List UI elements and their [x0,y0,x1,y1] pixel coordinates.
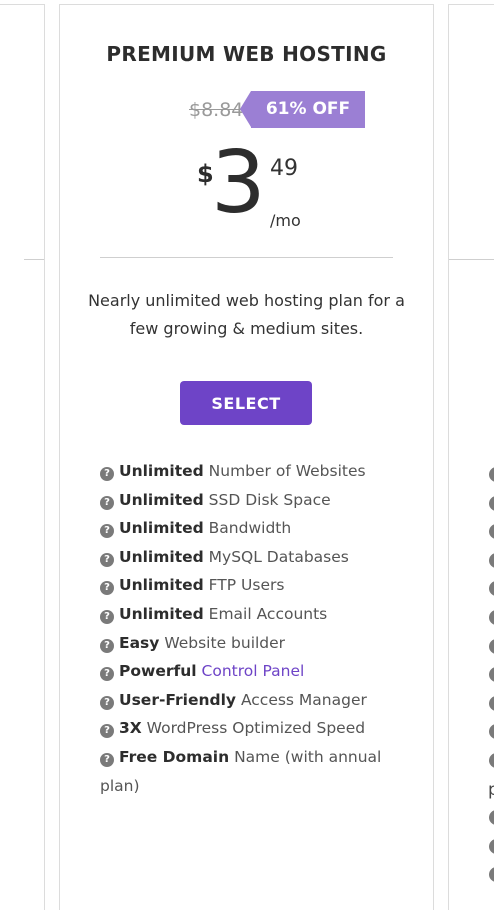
price-whole: 3 [211,133,266,233]
question-circle-icon[interactable] [489,667,494,683]
previous-plan-card [0,4,45,910]
feature-item: ? 3X WordPress Optimized Speed [100,714,400,743]
question-circle-icon[interactable]: ? [100,609,114,624]
next-plan-divider [449,259,494,260]
question-circle-icon[interactable]: ? [100,667,114,682]
question-circle-icon[interactable] [489,695,494,711]
feature-text: Website builder [159,633,286,652]
feature-text: FTP Users [203,576,285,595]
question-circle-icon[interactable] [489,867,494,883]
old-price: $8.84 [189,99,244,121]
plan-description: Nearly unlimited web hosting plan for a … [88,291,405,338]
price-period: /mo [270,211,301,230]
feature-highlight: Unlimited [119,462,204,480]
feature-highlight: User-Friendly [119,690,237,709]
feature-text: Bandwidth [203,519,292,538]
discount-badge: 61% OFF [240,91,365,128]
feature-text: MySQL Databases [203,547,349,566]
question-circle-icon[interactable] [489,552,494,568]
question-circle-icon[interactable]: ? [100,524,114,539]
feature-item: ? Unlimited Email Accounts [100,600,400,629]
feature-item: ? Unlimited MySQL Databases [100,543,400,572]
question-circle-icon[interactable]: ? [100,581,114,596]
control-panel-link[interactable]: Control Panel [202,662,305,680]
question-circle-icon[interactable]: ? [100,695,114,710]
feature-text: Access Manager [236,690,367,709]
feature-item: ? Unlimited Bandwidth [100,514,400,543]
question-circle-icon[interactable] [489,752,494,768]
question-circle-icon[interactable] [489,609,494,625]
question-circle-icon[interactable] [489,495,494,511]
select-button[interactable]: SELECT [180,381,312,425]
feature-item: ? Unlimited SSD Disk Space [100,486,400,515]
question-circle-icon[interactable] [489,838,494,854]
previous-plan-divider [24,259,44,260]
feature-text: WordPress Optimized Speed [141,719,366,738]
price-cents: 49 [270,156,298,181]
feature-highlight: Free Domain [119,747,230,766]
question-circle-icon[interactable] [489,638,494,654]
question-circle-icon[interactable]: ? [100,552,114,567]
question-circle-icon[interactable] [489,581,494,597]
pricing-page: p PREMIUM WEB HOSTING $8.84 61% OFF $ 3 … [0,0,494,910]
next-plan-card: p [448,4,494,910]
feature-highlight: Unlimited [119,490,204,509]
feature-highlight: Unlimited [119,576,204,595]
feature-highlight: Unlimited [119,519,204,538]
feature-item: ? Powerful Control Panel [100,657,400,686]
question-circle-icon[interactable]: ? [100,724,114,739]
premium-plan-card: PREMIUM WEB HOSTING $8.84 61% OFF $ 3 49… [59,4,434,910]
feature-highlight: 3X [119,719,142,738]
next-plan-feature-text: p [488,779,494,800]
feature-item: ? Free Domain Name (with annual plan) [100,743,400,800]
feature-item: ? Easy Website builder [100,629,400,658]
question-circle-icon[interactable] [489,524,494,540]
price-divider [100,257,393,258]
question-circle-icon[interactable] [489,467,494,482]
feature-list: ? Unlimited Number of Websites ? Unlimited… [100,457,400,800]
feature-highlight: Easy [119,633,160,652]
feature-item: ? User-Friendly Access Manager [100,686,400,715]
feature-highlight: Unlimited [119,604,204,623]
feature-text: SSD Disk Space [203,490,331,509]
feature-highlight: Unlimited [119,547,204,566]
question-circle-icon[interactable] [489,724,494,740]
feature-item: ? Unlimited Number of Websites [100,457,400,486]
question-circle-icon[interactable]: ? [100,638,114,653]
question-circle-icon[interactable]: ? [100,495,114,510]
feature-item: ? Unlimited FTP Users [100,571,400,600]
plan-title: PREMIUM WEB HOSTING [106,42,387,66]
question-circle-icon[interactable]: ? [100,467,114,481]
feature-highlight: Powerful [119,662,197,681]
feature-text: Email Accounts [203,604,328,623]
question-circle-icon[interactable] [489,809,494,825]
feature-text: Number of Websites [203,462,366,480]
question-circle-icon[interactable]: ? [100,752,114,767]
